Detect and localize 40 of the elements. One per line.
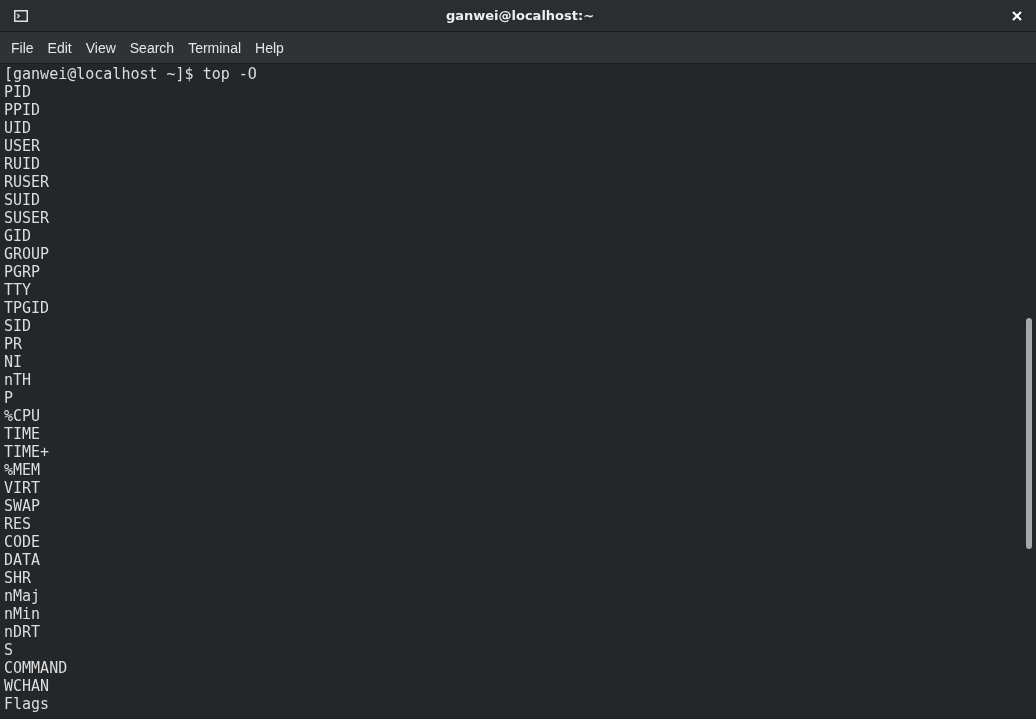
- terminal-line: SHR: [4, 569, 33, 587]
- terminal-line: %CPU: [4, 407, 42, 425]
- terminal-line: Flags: [4, 695, 51, 713]
- close-icon[interactable]: [1012, 10, 1022, 21]
- terminal-line: TTY: [4, 281, 33, 299]
- terminal-line: TIME: [4, 425, 42, 443]
- terminal-line: %MEM: [4, 461, 42, 479]
- terminal-line: GID: [4, 227, 33, 245]
- terminal-line: PGRP: [4, 263, 42, 281]
- terminal-line: SID: [4, 317, 33, 335]
- terminal-line: USER: [4, 137, 42, 155]
- terminal-line: PID: [4, 83, 33, 101]
- terminal-line: UID: [4, 119, 33, 137]
- terminal-line: nTH: [4, 371, 33, 389]
- terminal-line: PR: [4, 335, 24, 353]
- terminal-line: TIME+: [4, 443, 51, 461]
- terminal-line: NI: [4, 353, 24, 371]
- terminal-line: COMMAND: [4, 659, 69, 677]
- terminal-line: RUSER: [4, 173, 51, 191]
- terminal-line: P: [4, 389, 15, 407]
- terminal-line: TPGID: [4, 299, 51, 317]
- terminal-line: S: [4, 641, 15, 659]
- terminal-line: DATA: [4, 551, 42, 569]
- terminal-line: PPID: [4, 101, 42, 119]
- terminal-line: CODE: [4, 533, 42, 551]
- terminal-line: WCHAN: [4, 677, 51, 695]
- terminal-line: VIRT: [4, 479, 42, 497]
- terminal-line: SWAP: [4, 497, 42, 515]
- scrollbar-thumb[interactable]: [1026, 318, 1032, 549]
- terminal-line: nMin: [4, 605, 42, 623]
- terminal-line: RES: [4, 515, 33, 533]
- terminal-line: SUSER: [4, 209, 51, 227]
- window-title: ganwei@localhost:~: [444, 8, 596, 23]
- terminal-line: nMaj: [4, 587, 42, 605]
- terminal-icon[interactable]: [14, 9, 28, 22]
- terminal-line: nDRT: [4, 623, 42, 641]
- terminal-line: SUID: [4, 191, 42, 209]
- terminal-line: GROUP: [4, 245, 51, 263]
- terminal-line: [ganwei@localhost ~]$ top -O: [4, 65, 258, 83]
- terminal-line: RUID: [4, 155, 42, 173]
